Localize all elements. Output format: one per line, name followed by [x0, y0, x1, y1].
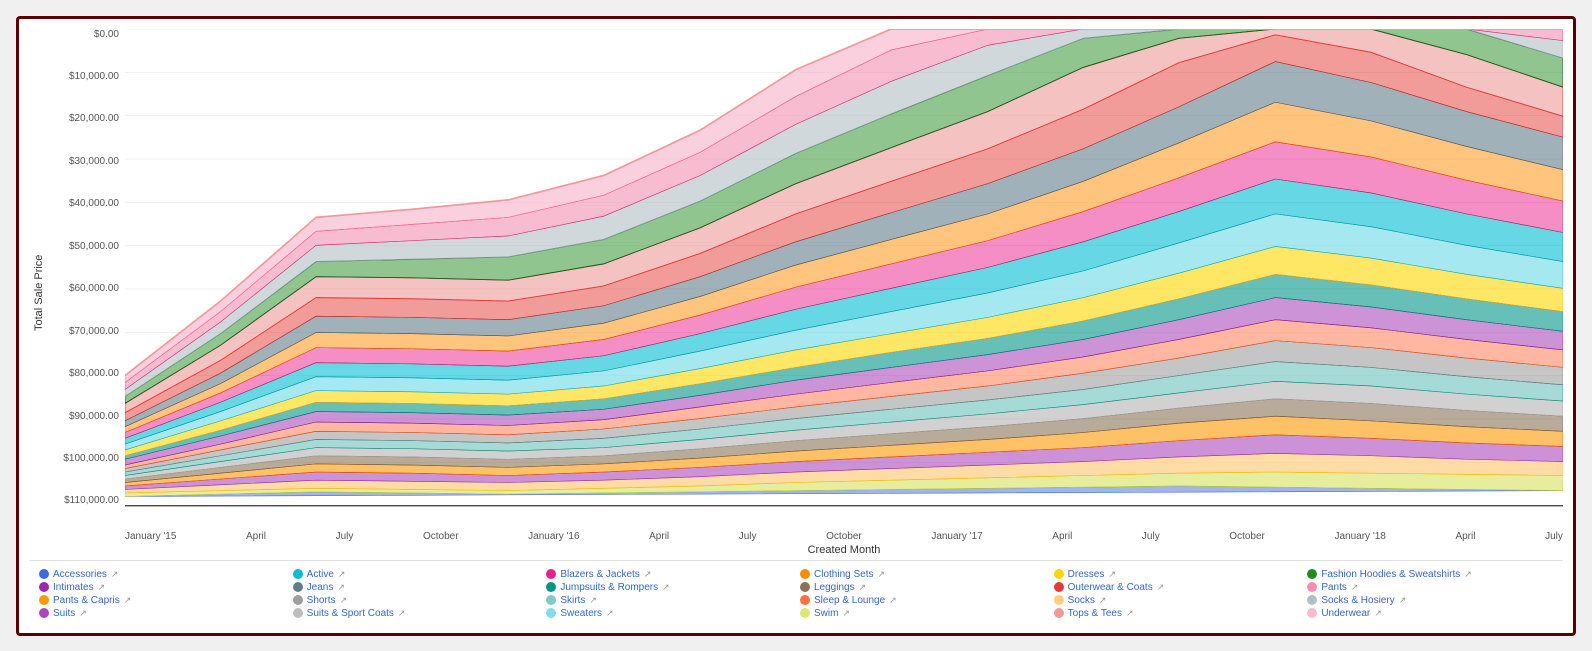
legend-item-outerwear: Outerwear & Coats ↗ — [1054, 582, 1300, 593]
legend-item-jumpsuits: Jumpsuits & Rompers ↗ — [546, 582, 792, 593]
y-axis-ticks: $110,000.00 $100,000.00 $90,000.00 $80,0… — [45, 29, 125, 529]
x-axis-ticks: January '15 April July October January '… — [125, 529, 1563, 542]
legend-item-suits: Suits ↗ — [39, 608, 285, 619]
legend-dot-blazers — [546, 569, 556, 579]
legend-dot-tops-tees — [1054, 608, 1064, 618]
legend-dot-fashion-hoodies — [1307, 569, 1317, 579]
legend-dot-clothing-sets — [800, 569, 810, 579]
legend-dot-socks — [1054, 595, 1064, 605]
legend-item-sleep-lounge: Sleep & Lounge ↗ — [800, 595, 1046, 606]
chart-container: Total Sale Price $110,000.00 $100,000.00… — [16, 16, 1576, 636]
legend-dot-leggings — [800, 582, 810, 592]
legend-item-socks-hosiery: Socks & Hosiery ↗ — [1307, 595, 1553, 606]
legend-dot-jumpsuits — [546, 582, 556, 592]
legend-dot-active — [293, 569, 303, 579]
chart-svg-area — [125, 29, 1563, 529]
chart-legend: Accessories ↗ Active ↗ Blazers & Jackets… — [29, 560, 1563, 623]
legend-dot-shorts — [293, 595, 303, 605]
legend-item-shorts: Shorts ↗ — [293, 595, 539, 606]
legend-item-jeans: Jeans ↗ — [293, 582, 539, 593]
legend-dot-skirts — [546, 595, 556, 605]
legend-item-pants: Pants ↗ — [1307, 582, 1553, 593]
x-axis-title: Created Month — [125, 544, 1563, 556]
legend-item-underwear: Underwear ↗ — [1307, 608, 1553, 619]
legend-item-skirts: Skirts ↗ — [546, 595, 792, 606]
legend-item-fashion-hoodies: Fashion Hoodies & Sweatshirts ↗ — [1307, 569, 1553, 580]
legend-item-sweaters: Sweaters ↗ — [546, 608, 792, 619]
legend-item-clothing-sets: Clothing Sets ↗ — [800, 569, 1046, 580]
legend-dot-suits — [39, 608, 49, 618]
legend-dot-underwear — [1307, 608, 1317, 618]
legend-item-blazers: Blazers & Jackets ↗ — [546, 569, 792, 580]
legend-dot-sleep-lounge — [800, 595, 810, 605]
legend-item-suits-sport-coats: Suits & Sport Coats ↗ — [293, 608, 539, 619]
legend-item-swim: Swim ↗ — [800, 608, 1046, 619]
legend-dot-dresses — [1054, 569, 1064, 579]
y-axis-label: Total Sale Price — [29, 29, 45, 556]
legend-dot-outerwear — [1054, 582, 1064, 592]
legend-item-accessories: Accessories ↗ — [39, 569, 285, 580]
legend-item-active: Active ↗ — [293, 569, 539, 580]
legend-dot-jeans — [293, 582, 303, 592]
legend-item-socks: Socks ↗ — [1054, 595, 1300, 606]
legend-dot-intimates — [39, 582, 49, 592]
legend-item-pants-capris: Pants & Capris ↗ — [39, 595, 285, 606]
legend-dot-accessories — [39, 569, 49, 579]
legend-dot-suits-sport-coats — [293, 608, 303, 618]
legend-item-intimates: Intimates ↗ — [39, 582, 285, 593]
legend-dot-pants-capris — [39, 595, 49, 605]
legend-dot-sweaters — [546, 608, 556, 618]
legend-item-leggings: Leggings ↗ — [800, 582, 1046, 593]
legend-item-tops-tees: Tops & Tees ↗ — [1054, 608, 1300, 619]
legend-dot-socks-hosiery — [1307, 595, 1317, 605]
legend-item-dresses: Dresses ↗ — [1054, 569, 1300, 580]
legend-dot-swim — [800, 608, 810, 618]
legend-dot-pants — [1307, 582, 1317, 592]
